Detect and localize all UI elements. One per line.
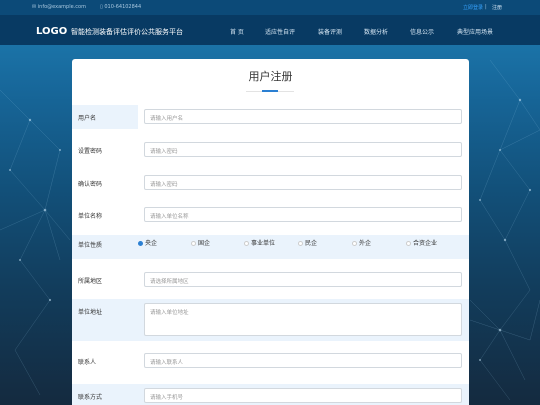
phone-icon: ▯ <box>100 4 103 10</box>
username-label: 用户名 <box>78 115 97 122</box>
title-accent-bar <box>262 90 278 92</box>
form-row-confirm-password: 确认密码 请输入密码 <box>72 171 469 195</box>
radio-unchecked-icon <box>244 241 249 246</box>
username-input[interactable]: 请输入用户名 <box>144 109 462 124</box>
register-card: 用户注册 用户名 请输入用户名 设置密码 请输入密码 确认密码 请输入密码 单位… <box>72 59 469 405</box>
phone-text: 010-64102844 <box>104 4 142 10</box>
login-link[interactable]: 立即登录 <box>463 4 483 11</box>
nav-item-public-info[interactable]: 信息公示 <box>410 27 434 36</box>
form-row-address: 单位地址 请输入单位地址 <box>72 299 469 341</box>
password-label: 设置密码 <box>78 148 103 155</box>
form-row-password: 设置密码 请输入密码 <box>72 138 469 162</box>
platform-name: 智能检测装备评估评价公共服务平台 <box>71 28 183 36</box>
contact-label: 联系人 <box>78 359 97 366</box>
radio-option-public-institution[interactable]: 事业单位 <box>244 238 275 247</box>
radio-option-foreign[interactable]: 外企 <box>352 238 371 247</box>
logo[interactable]: LOGO <box>36 26 67 37</box>
region-select[interactable]: 请选择所属地区 <box>144 272 462 287</box>
page-title: 用户注册 <box>248 70 293 83</box>
form-row-region: 所属地区 请选择所属地区 <box>72 268 469 292</box>
confirm-password-input[interactable]: 请输入密码 <box>144 175 462 190</box>
company-input[interactable]: 请输入单位名称 <box>144 207 462 222</box>
phone-input[interactable]: 请输入手机号 <box>144 388 462 403</box>
company-nature-label: 单位性质 <box>78 242 103 249</box>
nav-item-equipment-evaluation[interactable]: 装备评测 <box>318 27 342 36</box>
contact-input[interactable]: 请输入联系人 <box>144 353 462 368</box>
radio-unchecked-icon <box>406 241 411 246</box>
password-input[interactable]: 请输入密码 <box>144 142 462 157</box>
phone-info: ▯ 010-64102844 <box>100 4 141 10</box>
email-text: info@example.com <box>37 4 86 10</box>
region-label: 所属地区 <box>78 278 103 285</box>
top-info-bar: ✉ info@example.com ▯ 010-64102844 立即登录 |… <box>0 0 540 15</box>
topbar-divider: | <box>485 4 487 10</box>
form-row-phone: 联系方式 请输入手机号 <box>72 384 469 405</box>
nav-item-home[interactable]: 首 页 <box>230 27 244 36</box>
radio-option-state-owned[interactable]: 国企 <box>191 238 210 247</box>
form-row-username: 用户名 请输入用户名 <box>72 105 469 129</box>
form-row-contact: 联系人 请输入联系人 <box>72 349 469 373</box>
register-link[interactable]: 注册 <box>492 4 502 11</box>
radio-checked-icon <box>138 241 143 246</box>
confirm-password-label: 确认密码 <box>78 181 103 188</box>
radio-unchecked-icon <box>298 241 303 246</box>
radio-unchecked-icon <box>352 241 357 246</box>
radio-option-central-soe[interactable]: 央企 <box>138 238 157 247</box>
radio-option-joint-venture[interactable]: 合资企业 <box>406 238 437 247</box>
form-row-company: 单位名称 请输入单位名称 <box>72 203 469 227</box>
radio-unchecked-icon <box>191 241 196 246</box>
mail-icon: ✉ <box>32 4 37 10</box>
radio-option-private[interactable]: 民企 <box>298 238 317 247</box>
nav-item-self-assessment[interactable]: 适应性自评 <box>265 27 295 36</box>
company-label: 单位名称 <box>78 213 103 220</box>
address-label: 单位地址 <box>78 309 103 316</box>
address-textarea[interactable]: 请输入单位地址 <box>144 303 462 336</box>
phone-label: 联系方式 <box>78 394 103 401</box>
nav-item-application-scenarios[interactable]: 典型应用场景 <box>457 27 493 36</box>
nav-item-data-analysis[interactable]: 数据分析 <box>364 27 388 36</box>
main-navigation: LOGO 智能检测装备评估评价公共服务平台 首 页 适应性自评 装备评测 数据分… <box>0 15 540 45</box>
email-info: ✉ info@example.com <box>32 4 86 10</box>
form-row-company-nature: 单位性质 央企 国企 事业单位 民企 外企 合资企业 <box>72 235 469 259</box>
